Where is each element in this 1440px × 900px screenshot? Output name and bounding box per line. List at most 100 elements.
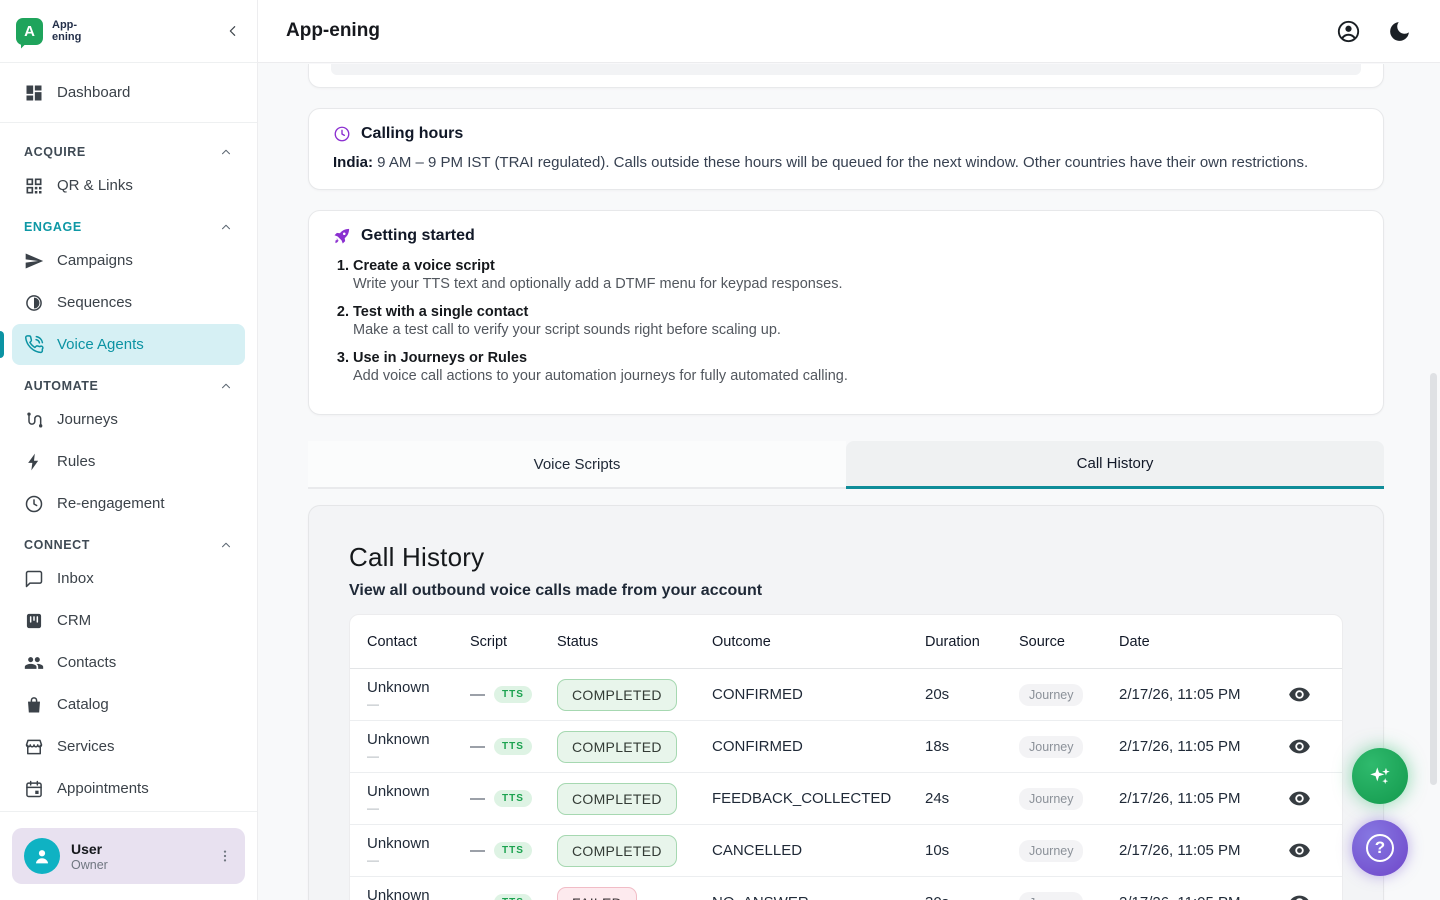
eye-icon: [1288, 839, 1311, 862]
sidebar-item-services[interactable]: Services: [12, 726, 245, 767]
duration-value: 18s: [925, 738, 1019, 755]
view-call-button[interactable]: [1288, 787, 1311, 810]
view-call-button[interactable]: [1288, 891, 1311, 900]
sidebar-item-rules[interactable]: Rules: [12, 441, 245, 482]
person-icon: [31, 845, 53, 867]
getting-started-step: Test with a single contact Make a test c…: [353, 304, 1359, 338]
column-header: Status: [557, 634, 712, 650]
sidebar-collapse-button[interactable]: [225, 23, 241, 39]
view-call-button[interactable]: [1288, 735, 1311, 758]
sidebar-item-contacts[interactable]: Contacts: [12, 642, 245, 683]
sidebar-item-dashboard[interactable]: Dashboard: [12, 72, 245, 113]
outcome-value: CONFIRMED: [712, 686, 925, 703]
tts-badge: TTS: [494, 738, 532, 755]
help-button[interactable]: ?: [1352, 820, 1408, 876]
date-value: 2/17/26, 11:05 PM: [1119, 894, 1286, 900]
scrollbar-thumb[interactable]: [1430, 373, 1437, 785]
account-button[interactable]: [1336, 19, 1361, 44]
sequences-icon: [24, 293, 44, 313]
dots-vertical-icon[interactable]: [217, 848, 233, 864]
user-role: Owner: [71, 858, 206, 872]
contact-name: Unknown: [367, 731, 470, 748]
app-logo-icon: A: [16, 18, 43, 45]
script-value: —: [470, 790, 485, 807]
section-header-automate[interactable]: AUTOMATE: [12, 366, 245, 398]
table-row: Unknown — — TTS COMPLETED CONFIRMED 18s …: [350, 721, 1342, 773]
eye-icon: [1288, 787, 1311, 810]
tab-voice-scripts[interactable]: Voice Scripts: [308, 441, 846, 489]
voice-call-icon: [24, 335, 44, 355]
user-card[interactable]: User Owner: [12, 828, 245, 884]
tab-bar: Voice Scripts Call History: [308, 441, 1384, 489]
duration-value: 20s: [925, 686, 1019, 703]
sidebar-item-appointments[interactable]: Appointments: [12, 768, 245, 809]
section-header-connect[interactable]: CONNECT: [12, 525, 245, 557]
calling-hours-text: India: 9 AM – 9 PM IST (TRAI regulated).…: [333, 154, 1359, 171]
source-badge: Journey: [1019, 684, 1083, 706]
main-content: Calling hours India: 9 AM – 9 PM IST (TR…: [258, 64, 1440, 900]
status-badge: FAILED: [557, 887, 637, 900]
ai-assistant-button[interactable]: [1352, 748, 1408, 804]
script-value: —: [470, 738, 485, 755]
sidebar-item-qr-links[interactable]: QR & Links: [12, 165, 245, 206]
user-avatar: [24, 838, 60, 874]
clock-icon: [333, 125, 351, 143]
script-value: —: [470, 894, 485, 900]
storefront-icon: [24, 737, 44, 757]
contact-sub: —: [367, 853, 470, 867]
chevron-up-icon: [219, 379, 233, 393]
sidebar-item-sequences[interactable]: Sequences: [12, 282, 245, 323]
eye-icon: [1288, 683, 1311, 706]
people-icon: [24, 653, 44, 673]
contact-name: Unknown: [367, 835, 470, 852]
sidebar-item-journeys[interactable]: Journeys: [12, 399, 245, 440]
journeys-icon: [24, 410, 44, 430]
date-value: 2/17/26, 11:05 PM: [1119, 686, 1286, 703]
call-history-title: Call History: [349, 542, 1343, 573]
chevron-up-icon: [219, 538, 233, 552]
date-value: 2/17/26, 11:05 PM: [1119, 790, 1286, 807]
outcome-value: CONFIRMED: [712, 738, 925, 755]
app-logo[interactable]: A App- ening: [16, 18, 81, 45]
chevron-left-icon: [225, 23, 241, 39]
divider: [0, 122, 257, 123]
contact-sub: —: [367, 697, 470, 711]
sidebar-item-campaigns[interactable]: Campaigns: [12, 240, 245, 281]
column-header: Date: [1119, 634, 1286, 650]
table-row: Unknown — — TTS COMPLETED CONFIRMED 20s …: [350, 669, 1342, 721]
qr-code-icon: [24, 176, 44, 196]
tab-call-history[interactable]: Call History: [846, 441, 1384, 489]
tts-badge: TTS: [494, 790, 532, 807]
source-badge: Journey: [1019, 736, 1083, 758]
person-circle-icon: [1336, 19, 1361, 44]
tts-badge: TTS: [494, 894, 532, 900]
sidebar-item-re-engagement[interactable]: Re-engagement: [12, 483, 245, 524]
rocket-icon: [333, 227, 351, 245]
getting-started-step: Create a voice script Write your TTS tex…: [353, 258, 1359, 292]
call-history-subtitle: View all outbound voice calls made from …: [349, 582, 1343, 600]
call-history-table: ContactScriptStatusOutcomeDurationSource…: [349, 614, 1343, 900]
sparkles-icon: [1367, 763, 1393, 789]
user-area: User Owner: [0, 811, 257, 900]
contact-name: Unknown: [367, 783, 470, 800]
view-call-button[interactable]: [1288, 683, 1311, 706]
sidebar-item-voice-agents[interactable]: Voice Agents: [12, 324, 245, 365]
section-header-acquire[interactable]: ACQUIRE: [12, 132, 245, 164]
section-header-engage[interactable]: ENGAGE: [12, 207, 245, 239]
column-header: Contact: [367, 634, 470, 650]
column-header: Script: [470, 634, 557, 650]
sidebar-item-inbox[interactable]: Inbox: [12, 558, 245, 599]
column-header: Outcome: [712, 634, 925, 650]
date-value: 2/17/26, 11:05 PM: [1119, 738, 1286, 755]
dark-mode-toggle[interactable]: [1387, 19, 1412, 44]
duration-value: 24s: [925, 790, 1019, 807]
view-call-button[interactable]: [1288, 839, 1311, 862]
dashboard-icon: [24, 83, 44, 103]
user-name: User: [71, 841, 206, 857]
sidebar-item-crm[interactable]: CRM: [12, 600, 245, 641]
source-badge: Journey: [1019, 892, 1083, 900]
contact-sub: —: [367, 801, 470, 815]
call-history-panel: Call History View all outbound voice cal…: [308, 505, 1384, 900]
sidebar-item-catalog[interactable]: Catalog: [12, 684, 245, 725]
date-value: 2/17/26, 11:05 PM: [1119, 842, 1286, 859]
